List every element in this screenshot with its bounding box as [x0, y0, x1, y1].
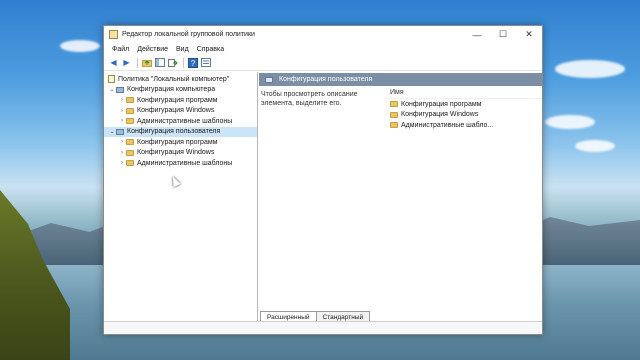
maximize-button[interactable]: ☐	[490, 26, 516, 43]
folder-icon	[126, 97, 134, 104]
chevron-right-icon[interactable]: ›	[118, 97, 126, 103]
minimize-button[interactable]: —	[464, 26, 490, 43]
forward-icon[interactable]: ▶	[121, 57, 132, 68]
chevron-down-icon[interactable]: ⌄	[108, 86, 116, 93]
app-icon	[109, 30, 118, 39]
user-config-icon	[265, 76, 273, 83]
tree-item-user-windows[interactable]: › Конфигурация Windows	[104, 148, 257, 159]
details-header-title: Конфигурация пользователя	[279, 76, 373, 83]
details-pane: Конфигурация пользователя Чтобы просмотр…	[258, 72, 542, 322]
chevron-right-icon[interactable]: ›	[118, 139, 126, 145]
folder-icon	[390, 101, 398, 108]
tree-item-root[interactable]: Политика "Локальный компьютер"	[104, 74, 257, 85]
user-config-icon	[116, 128, 124, 135]
chevron-right-icon[interactable]: ›	[118, 160, 126, 166]
tree-item-label: Административные шаблоны	[137, 159, 233, 167]
toolbar: ◀ ▶ ?	[104, 55, 542, 71]
chevron-right-icon[interactable]: ›	[118, 150, 126, 156]
folder-icon	[126, 149, 134, 156]
tree-item-computer-software[interactable]: › Конфигурация программ	[104, 95, 257, 106]
folder-icon	[390, 122, 398, 129]
description-text: Чтобы просмотреть описание элемента, выд…	[261, 91, 358, 107]
tree-item-computer-config[interactable]: ⌄ Конфигурация компьютера	[104, 85, 257, 96]
tree-item-label: Конфигурация Windows	[137, 107, 215, 115]
tree-item-user-config[interactable]: ⌄ Конфигурация пользователя	[104, 126, 257, 137]
tree-item-label: Конфигурация программ	[137, 96, 218, 104]
svg-text:?: ?	[190, 59, 195, 68]
toolbar-separator	[137, 57, 138, 68]
tree-item-user-admin-templates[interactable]: › Административные шаблоны	[104, 158, 257, 169]
cloud	[575, 140, 615, 152]
chevron-right-icon[interactable]: ›	[118, 118, 126, 124]
tree-item-label: Политика "Локальный компьютер"	[118, 75, 230, 83]
cloud	[60, 40, 100, 52]
menu-bar: Файл Действие Вид Справка	[104, 43, 542, 55]
chevron-down-icon[interactable]: ⌄	[108, 128, 116, 135]
menu-action[interactable]: Действие	[133, 46, 172, 53]
chevron-right-icon[interactable]: ›	[118, 108, 126, 114]
cloud	[555, 60, 625, 78]
folder-icon	[126, 139, 134, 146]
close-button[interactable]: ✕	[516, 26, 542, 43]
back-icon[interactable]: ◀	[108, 57, 119, 68]
tree-item-label: Административные шаблоны	[137, 117, 233, 125]
menu-view[interactable]: Вид	[172, 46, 193, 53]
tree-item-label: Конфигурация пользователя	[127, 128, 221, 136]
tree-item-label: Конфигурация программ	[137, 138, 218, 146]
title-bar[interactable]: Редактор локальной групповой политики — …	[104, 26, 542, 43]
help-icon[interactable]: ?	[187, 57, 198, 68]
column-header-name[interactable]: Имя	[386, 86, 542, 99]
folder-icon	[126, 118, 134, 125]
menu-help[interactable]: Справка	[193, 46, 228, 53]
list-item-label: Конфигурация Windows	[401, 111, 479, 119]
computer-icon	[116, 86, 124, 93]
details-header: Конфигурация пользователя	[259, 73, 542, 86]
toolbar-separator	[183, 57, 184, 68]
policy-icon	[108, 75, 115, 84]
properties-icon[interactable]	[200, 57, 211, 68]
tree-item-computer-admin-templates[interactable]: › Административные шаблоны	[104, 116, 257, 127]
window-title: Редактор локальной групповой политики	[122, 31, 255, 38]
export-icon[interactable]	[167, 57, 178, 68]
tree-item-label: Конфигурация компьютера	[127, 86, 216, 94]
tree-item-label: Конфигурация Windows	[137, 149, 215, 157]
gpedit-window: Редактор локальной групповой политики — …	[103, 25, 543, 335]
main-area: Политика "Локальный компьютер" ⌄ Конфигу…	[104, 72, 542, 322]
tree-item-user-software[interactable]: › Конфигурация программ	[104, 137, 257, 148]
folder-icon	[126, 107, 134, 114]
list-item-label: Конфигурация программ	[401, 100, 482, 108]
status-bar	[104, 321, 542, 334]
tree-item-computer-windows[interactable]: › Конфигурация Windows	[104, 106, 257, 117]
list-item[interactable]: Конфигурация программ	[386, 99, 542, 110]
list-item-label: Административные шабло...	[401, 121, 494, 129]
show-hide-tree-icon[interactable]	[154, 57, 165, 68]
console-tree: Политика "Локальный компьютер" ⌄ Конфигу…	[104, 72, 258, 322]
list-item[interactable]: Конфигурация Windows	[386, 110, 542, 121]
cloud	[545, 115, 595, 129]
folder-icon	[126, 160, 134, 167]
list-item[interactable]: Административные шабло...	[386, 120, 542, 131]
menu-file[interactable]: Файл	[108, 46, 133, 53]
up-folder-icon[interactable]	[141, 57, 152, 68]
folder-icon	[390, 111, 398, 118]
item-list: Имя Конфигурация программ Конфигурация W…	[386, 86, 542, 131]
details-body: Чтобы просмотреть описание элемента, выд…	[258, 86, 542, 131]
